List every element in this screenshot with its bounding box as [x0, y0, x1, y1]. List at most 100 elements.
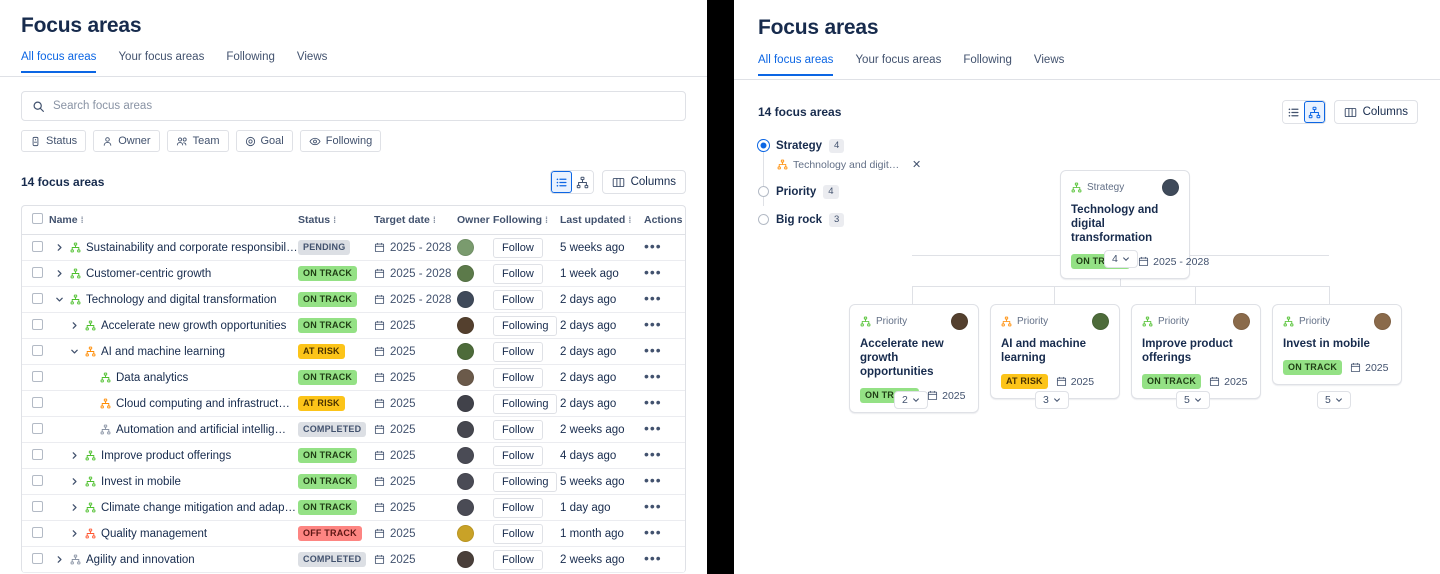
row-more-actions-button[interactable]: •••	[644, 446, 662, 462]
avatar[interactable]	[457, 395, 474, 412]
columns-button[interactable]: Columns	[601, 170, 686, 194]
follow-button[interactable]: Follow	[493, 445, 543, 466]
row-checkbox[interactable]	[32, 344, 43, 356]
avatar[interactable]	[457, 291, 474, 308]
radio-icon[interactable]	[758, 140, 769, 151]
filter-chip-goal[interactable]: Goal	[235, 130, 293, 152]
row-checkbox[interactable]	[32, 396, 43, 408]
follow-button[interactable]: Follow	[493, 367, 543, 388]
tab-your-focus-areas[interactable]: Your focus areas	[118, 50, 204, 71]
tree-node-child[interactable]: Priority Improve product offerings ON TR…	[1131, 304, 1261, 399]
row-expand-chevron-icon[interactable]	[68, 450, 80, 462]
row-checkbox[interactable]	[32, 422, 43, 434]
tab-all-focus-areas[interactable]: All focus areas	[758, 53, 834, 76]
follow-button[interactable]: Follow	[493, 341, 543, 362]
list-view-button[interactable]	[550, 171, 572, 193]
tab-views[interactable]: Views	[297, 50, 327, 71]
header-last-updated[interactable]: Last updated ⁞	[560, 206, 644, 235]
table-row[interactable]: Cloud computing and infrastruct… AT RISK 2…	[22, 390, 685, 417]
tree-view-button[interactable]	[1303, 101, 1325, 123]
row-expand-chevron-icon[interactable]	[68, 346, 80, 358]
tree-child-expand-pill[interactable]: 3	[1035, 391, 1069, 409]
search-box[interactable]	[21, 91, 686, 121]
search-input[interactable]	[53, 100, 675, 112]
row-expand-chevron-icon[interactable]	[68, 502, 80, 514]
avatar[interactable]	[457, 499, 474, 516]
header-status[interactable]: Status ⁞	[298, 206, 374, 235]
avatar[interactable]	[457, 369, 474, 386]
table-row[interactable]: Invest in mobile ON TRACK 2025 Following 5 w…	[22, 468, 685, 495]
tab-all-focus-areas[interactable]: All focus areas	[21, 50, 97, 73]
row-expand-chevron-icon[interactable]	[68, 320, 80, 332]
tab-following[interactable]: Following	[963, 53, 1012, 74]
avatar[interactable]	[457, 265, 474, 282]
avatar[interactable]	[457, 473, 474, 490]
follow-button[interactable]: Following	[493, 315, 558, 336]
table-row[interactable]: Data analytics ON TRACK 2025 Follow 2 days a…	[22, 364, 685, 391]
tree-root-expand-pill[interactable]: 4	[1104, 250, 1138, 268]
row-more-actions-button[interactable]: •••	[644, 290, 662, 306]
tab-views[interactable]: Views	[1034, 53, 1064, 74]
radio-icon[interactable]	[758, 214, 769, 225]
avatar[interactable]	[457, 239, 474, 256]
row-checkbox[interactable]	[32, 370, 43, 382]
row-more-actions-button[interactable]: •••	[644, 342, 662, 358]
table-row[interactable]: Climate change mitigation and adap… ON TR…	[22, 494, 685, 521]
row-expand-chevron-icon[interactable]	[53, 242, 65, 254]
row-checkbox[interactable]	[32, 266, 43, 278]
row-more-actions-button[interactable]: •••	[644, 368, 662, 384]
row-expand-chevron-icon[interactable]	[53, 554, 65, 566]
tab-your-focus-areas[interactable]: Your focus areas	[855, 53, 941, 74]
table-row[interactable]: Agility and innovation COMPLETED 2025 Follo…	[22, 546, 685, 573]
avatar[interactable]	[1162, 179, 1179, 196]
avatar[interactable]	[457, 317, 474, 334]
avatar[interactable]	[457, 447, 474, 464]
tab-following[interactable]: Following	[226, 50, 275, 71]
follow-button[interactable]: Follow	[493, 237, 543, 258]
row-more-actions-button[interactable]: •••	[644, 524, 662, 540]
row-expand-chevron-icon[interactable]	[53, 294, 65, 306]
row-more-actions-button[interactable]: •••	[644, 394, 662, 410]
row-expand-chevron-icon[interactable]	[53, 268, 65, 280]
follow-button[interactable]: Follow	[493, 523, 543, 544]
table-row[interactable]: Automation and artificial intellig… COMPL…	[22, 416, 685, 443]
table-row[interactable]: Sustainability and corporate responsibil…	[22, 234, 685, 261]
row-checkbox[interactable]	[32, 474, 43, 486]
row-more-actions-button[interactable]: •••	[644, 420, 662, 436]
avatar[interactable]	[457, 343, 474, 360]
tree-node-child[interactable]: Priority AI and machine learning AT RISK…	[990, 304, 1120, 399]
row-more-actions-button[interactable]: •••	[644, 316, 662, 332]
select-all-checkbox[interactable]	[32, 213, 43, 224]
follow-button[interactable]: Following	[493, 393, 558, 414]
level-filter-strategy[interactable]: Strategy 4	[758, 138, 1440, 153]
filter-chip-status[interactable]: Status	[21, 130, 87, 152]
radio-icon[interactable]	[758, 186, 769, 197]
row-checkbox[interactable]	[32, 292, 43, 304]
avatar[interactable]	[951, 313, 968, 330]
tree-child-expand-pill[interactable]: 2	[894, 391, 928, 409]
table-row[interactable]: Technology and digital transformation ON …	[22, 286, 685, 313]
table-row[interactable]: AI and machine learning AT RISK 2025 Follow…	[22, 338, 685, 365]
filter-chip-following[interactable]: Following	[299, 130, 382, 152]
avatar[interactable]	[457, 525, 474, 542]
header-target-date[interactable]: Target date ⁞	[374, 206, 457, 235]
header-owner[interactable]: Owner ⁞	[457, 206, 496, 235]
row-more-actions-button[interactable]: •••	[644, 472, 662, 488]
avatar[interactable]	[457, 421, 474, 438]
columns-button[interactable]: Columns	[1333, 100, 1418, 124]
avatar[interactable]	[457, 551, 474, 568]
follow-button[interactable]: Follow	[493, 419, 543, 440]
table-row[interactable]: Customer-centric growth ON TRACK 2025 - 20…	[22, 260, 685, 287]
row-more-actions-button[interactable]: •••	[644, 264, 662, 280]
tree-view-button[interactable]	[571, 171, 593, 193]
avatar[interactable]	[1092, 313, 1109, 330]
header-following[interactable]: Following ⁞	[493, 206, 560, 235]
row-checkbox[interactable]	[32, 552, 43, 564]
follow-button[interactable]: Follow	[493, 549, 543, 570]
filter-chip-owner[interactable]: Owner	[93, 130, 160, 152]
avatar[interactable]	[1233, 313, 1250, 330]
row-checkbox[interactable]	[32, 240, 43, 252]
tree-child-expand-pill[interactable]: 5	[1176, 391, 1210, 409]
tree-child-expand-pill[interactable]: 5	[1317, 391, 1351, 409]
header-name[interactable]: Name ⁞	[49, 206, 298, 235]
